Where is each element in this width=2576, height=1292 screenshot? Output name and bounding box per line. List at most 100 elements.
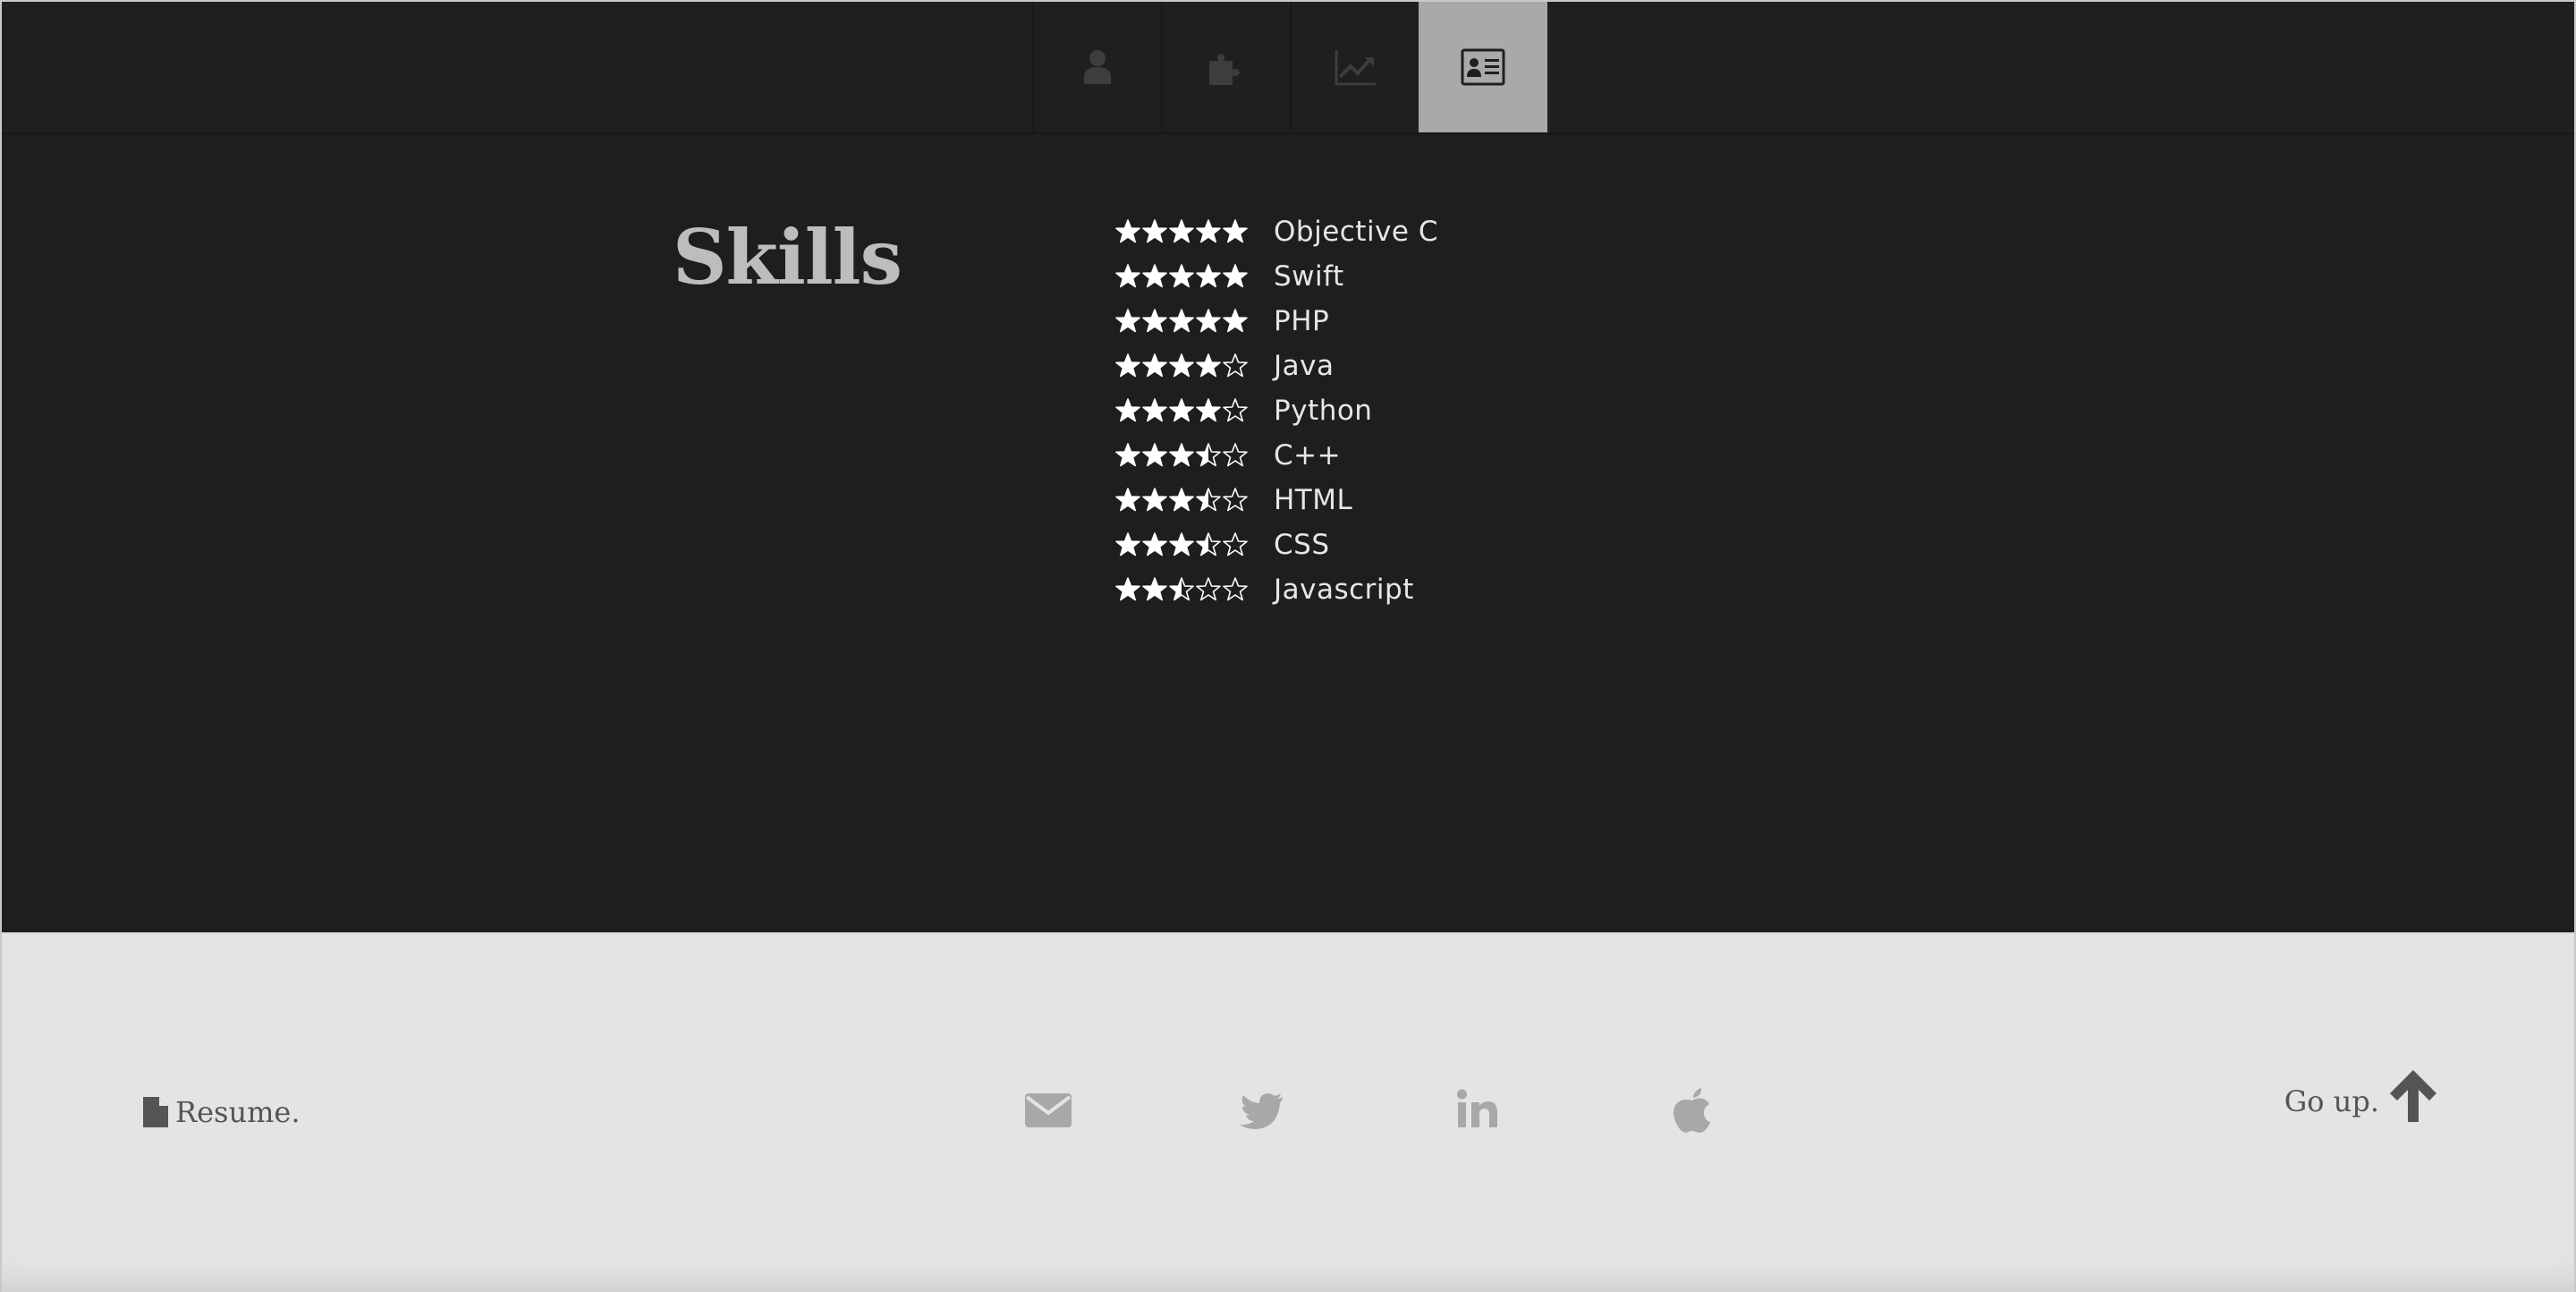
star-full-icon: [1169, 488, 1194, 512]
puzzle-icon: [1209, 54, 1240, 85]
file-icon: [143, 1097, 168, 1127]
skill-item: CSS: [1114, 523, 1438, 567]
linkedin-icon: [1457, 1089, 1497, 1127]
skill-name: PHP: [1274, 305, 1330, 337]
apple-link[interactable]: [1585, 1084, 1800, 1135]
line-chart-icon: [1335, 50, 1376, 86]
skill-item: Python: [1114, 388, 1438, 433]
envelope-icon: [1025, 1093, 1072, 1127]
twitter-icon: [1240, 1093, 1283, 1129]
star-full-icon: [1115, 532, 1140, 557]
star-full-icon: [1223, 264, 1248, 288]
apple-icon: [1674, 1088, 1710, 1133]
skill-item: PHP: [1114, 299, 1438, 344]
star-full-icon: [1196, 398, 1221, 422]
top-navigation: [2, 2, 2574, 134]
star-empty-icon: [1223, 532, 1248, 557]
star-full-icon: [1142, 353, 1167, 378]
tab-about[interactable]: [1032, 2, 1161, 132]
tab-skills[interactable]: [1419, 2, 1547, 132]
star-full-icon: [1196, 309, 1221, 333]
go-up-label: Go up.: [2284, 1084, 2379, 1118]
star-full-icon: [1169, 309, 1194, 333]
star-full-icon: [1142, 443, 1167, 467]
star-full-icon: [1142, 264, 1167, 288]
star-full-icon: [1169, 219, 1194, 243]
tab-projects[interactable]: [1161, 2, 1290, 132]
resume-label: Resume.: [175, 1095, 301, 1129]
star-full-icon: [1115, 309, 1140, 333]
skill-item: C++: [1114, 433, 1438, 478]
star-full-icon: [1223, 309, 1248, 333]
star-full-icon: [1115, 353, 1140, 378]
star-rating: [1114, 218, 1258, 245]
star-full-icon: [1115, 398, 1140, 422]
star-full-icon: [1142, 532, 1167, 557]
user-icon: [1084, 50, 1111, 84]
contact-card-icon: [1461, 48, 1505, 86]
star-rating: [1114, 576, 1258, 603]
star-full-icon: [1115, 443, 1140, 467]
star-full-icon: [1169, 398, 1194, 422]
star-full-icon: [1115, 264, 1140, 288]
star-empty-icon: [1223, 353, 1248, 378]
star-empty-icon: [1196, 577, 1221, 601]
twitter-link[interactable]: [1156, 1084, 1370, 1135]
star-full-icon: [1115, 219, 1140, 243]
star-empty-icon: [1223, 443, 1248, 467]
skill-name: Objective C: [1274, 216, 1438, 248]
skill-item: Java: [1114, 344, 1438, 388]
star-rating: [1114, 442, 1258, 469]
star-full-icon: [1196, 219, 1221, 243]
linkedin-link[interactable]: [1370, 1084, 1585, 1135]
star-rating: [1114, 531, 1258, 558]
star-full-icon: [1142, 577, 1167, 601]
star-full-icon: [1196, 353, 1221, 378]
star-half-icon: [1196, 532, 1221, 557]
skill-item: Javascript: [1114, 567, 1438, 612]
star-empty-icon: [1223, 398, 1248, 422]
nav-tabs: [1032, 2, 1547, 132]
arrow-up-icon: [2390, 1070, 2436, 1122]
skills-section: Skills Objective C Swift PHP Java Python C++ H…: [2, 134, 2574, 932]
star-full-icon: [1142, 219, 1167, 243]
star-rating: [1114, 487, 1258, 514]
skill-name: CSS: [1274, 529, 1330, 561]
skill-item: Swift: [1114, 254, 1438, 299]
star-empty-icon: [1223, 577, 1248, 601]
star-rating: [1114, 397, 1258, 424]
star-half-icon: [1196, 488, 1221, 512]
star-full-icon: [1169, 264, 1194, 288]
skill-item: HTML: [1114, 478, 1438, 523]
skill-name: Python: [1274, 395, 1373, 427]
skills-title: Skills: [673, 213, 902, 302]
star-full-icon: [1115, 577, 1140, 601]
footer: Resume. Go up.: [2, 932, 2574, 1292]
star-full-icon: [1196, 264, 1221, 288]
star-rating: [1114, 308, 1258, 335]
email-link[interactable]: [941, 1084, 1156, 1135]
star-full-icon: [1223, 219, 1248, 243]
star-full-icon: [1142, 309, 1167, 333]
star-full-icon: [1142, 488, 1167, 512]
star-full-icon: [1169, 532, 1194, 557]
star-full-icon: [1169, 353, 1194, 378]
skill-name: Swift: [1274, 260, 1344, 293]
page-frame: Skills Objective C Swift PHP Java Python C++ H…: [0, 0, 2576, 1292]
star-full-icon: [1169, 443, 1194, 467]
skill-name: Java: [1274, 350, 1335, 382]
star-empty-icon: [1223, 488, 1248, 512]
go-up-link[interactable]: Go up.: [2284, 1070, 2440, 1126]
skill-item: Objective C: [1114, 209, 1438, 254]
star-rating: [1114, 353, 1258, 379]
social-links: [941, 1084, 1800, 1135]
star-half-icon: [1169, 577, 1194, 601]
tab-experience[interactable]: [1290, 2, 1419, 132]
skill-name: HTML: [1274, 484, 1353, 516]
star-half-icon: [1196, 443, 1221, 467]
skill-name: Javascript: [1274, 574, 1414, 606]
star-rating: [1114, 263, 1258, 290]
skill-name: C++: [1274, 439, 1342, 472]
resume-link[interactable]: Resume.: [143, 1095, 301, 1129]
skill-list: Objective C Swift PHP Java Python C++ HTML CSS J…: [1114, 209, 1438, 612]
